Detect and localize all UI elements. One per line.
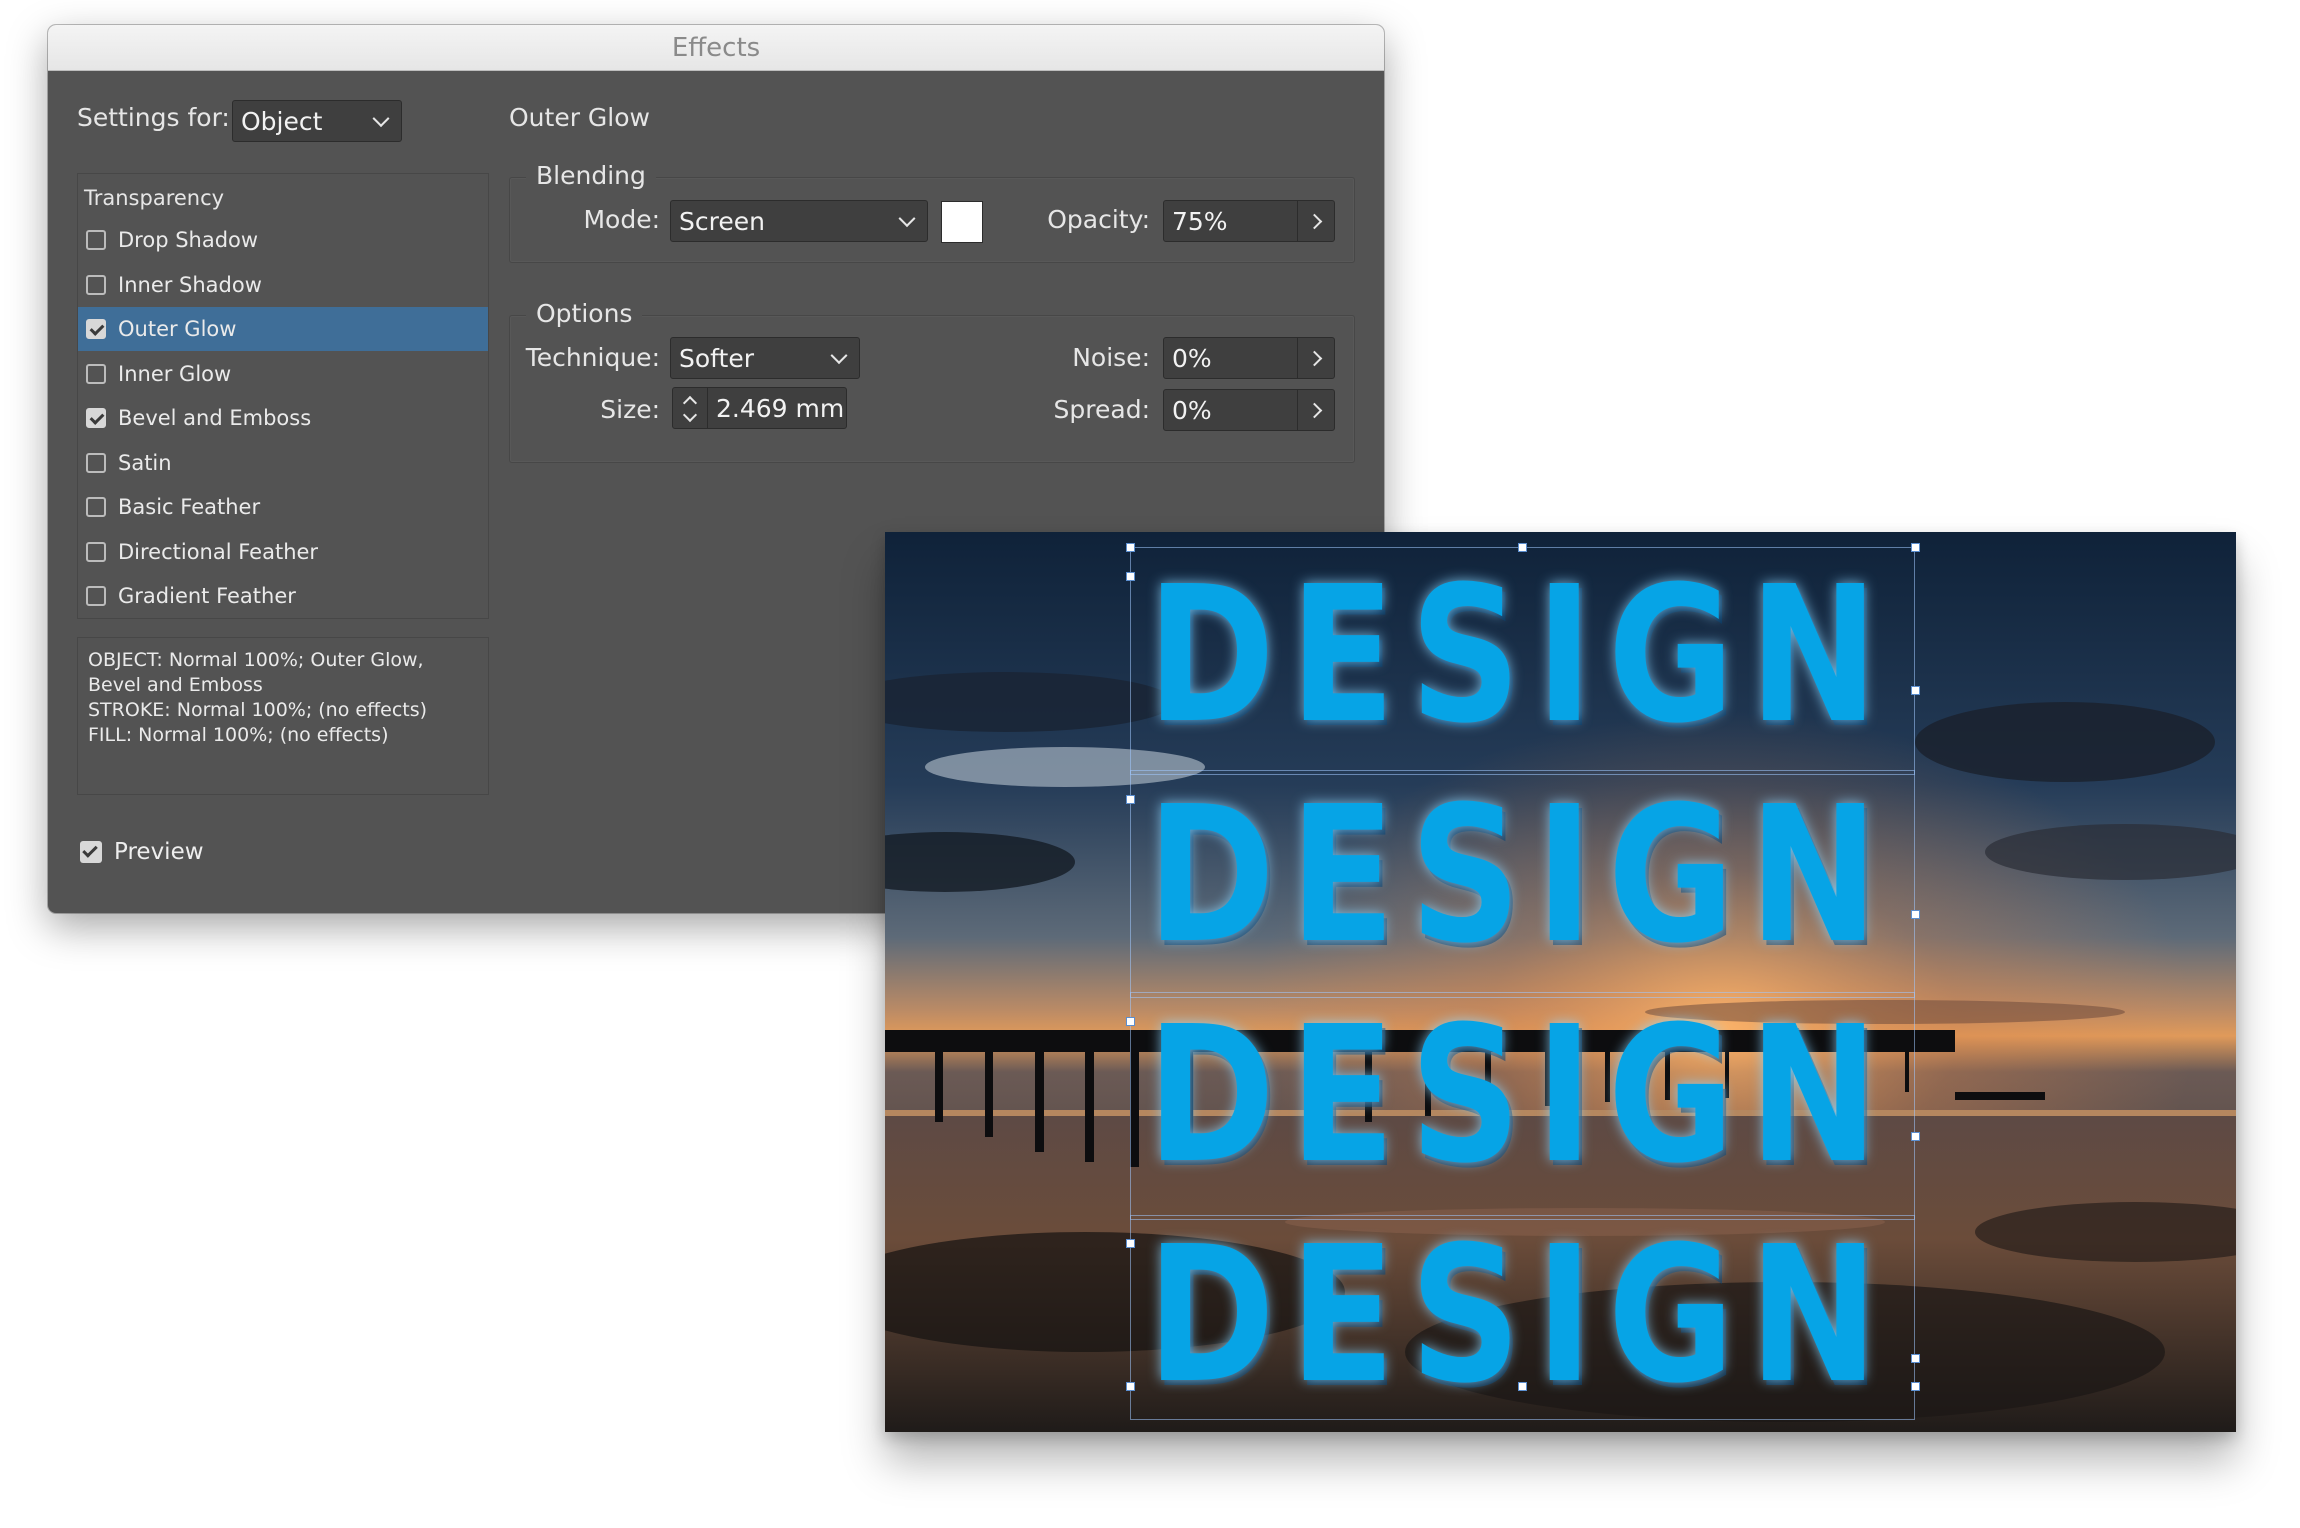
effect-label: Gradient Feather [118, 584, 296, 608]
noise-field[interactable]: 0% [1163, 337, 1335, 379]
effects-list: Transparency Drop Shadow Inner Shadow Oute… [77, 173, 489, 619]
effect-row[interactable]: Basic Feather [78, 485, 488, 529]
design-text[interactable]: DESIGN [1147, 1222, 1878, 1410]
effect-row[interactable]: Bevel and Emboss [78, 396, 488, 440]
mode-value: Screen [679, 206, 765, 236]
blending-group-label: Blending [526, 161, 656, 190]
design-text[interactable]: DESIGN [1147, 562, 1878, 750]
options-group-label: Options [526, 299, 643, 328]
noise-value: 0% [1172, 343, 1212, 373]
technique-label: Technique: [525, 343, 660, 372]
summary-line: FILL: Normal 100%; (no effects) [88, 724, 389, 746]
chevron-down-icon [830, 347, 848, 365]
selection-handle[interactable] [1518, 543, 1527, 552]
panel-title: Outer Glow [509, 103, 650, 132]
effect-label: Drop Shadow [118, 228, 259, 252]
size-label: Size: [600, 395, 660, 424]
chevron-right-icon [1306, 350, 1322, 366]
settings-for-value: Object [241, 106, 323, 136]
effect-label: Inner Shadow [118, 272, 262, 297]
dialog-title: Effects [671, 32, 761, 63]
opacity-label: Opacity: [1047, 205, 1150, 234]
size-stepper[interactable] [672, 387, 708, 429]
effect-row[interactable]: Inner Glow [78, 352, 488, 396]
chevron-right-icon [1306, 213, 1322, 229]
effect-row[interactable]: Satin [78, 441, 488, 485]
chevron-right-icon [1306, 402, 1322, 418]
chevron-down-icon [682, 407, 698, 423]
effect-checkbox[interactable] [86, 497, 106, 517]
selection-handle[interactable] [1911, 1132, 1920, 1141]
effect-row[interactable]: Drop Shadow [78, 218, 488, 262]
effect-label: Outer Glow [118, 317, 237, 341]
spread-label: Spread: [1053, 395, 1150, 424]
effect-checkbox[interactable] [86, 586, 106, 606]
opacity-field[interactable]: 75% [1163, 200, 1335, 242]
selection-handle[interactable] [1911, 910, 1920, 919]
chevron-down-icon [898, 210, 916, 228]
spread-popup-button[interactable] [1297, 390, 1334, 430]
dialog-titlebar[interactable]: Effects [48, 25, 1384, 71]
list-header-transparency[interactable]: Transparency [84, 186, 224, 210]
selection-handle[interactable] [1126, 1239, 1135, 1248]
settings-for-select[interactable]: Object [232, 100, 402, 142]
size-value: 2.469 mm [716, 393, 845, 423]
settings-for-label: Settings for: [77, 103, 230, 132]
effects-summary: OBJECT: Normal 100%; Outer Glow, Bevel a… [77, 637, 489, 795]
mode-label: Mode: [583, 205, 660, 234]
selection-handle[interactable] [1126, 1017, 1135, 1026]
effect-row[interactable]: Directional Feather [78, 530, 488, 574]
chevron-down-icon [372, 110, 390, 128]
effect-label: Bevel and Emboss [118, 406, 312, 430]
summary-line: STROKE: Normal 100%; (no effects) [88, 699, 428, 721]
selection-handle[interactable] [1126, 543, 1135, 552]
effect-label: Basic Feather [118, 495, 261, 519]
opacity-popup-button[interactable] [1297, 201, 1334, 241]
design-text[interactable]: DESIGN [1147, 782, 1878, 970]
selection-handle[interactable] [1126, 572, 1135, 581]
selection-handle[interactable] [1911, 1354, 1920, 1363]
selection-handle[interactable] [1126, 1382, 1135, 1391]
design-text[interactable]: DESIGN [1147, 1002, 1878, 1190]
opacity-value: 75% [1172, 206, 1228, 236]
effect-row[interactable]: Gradient Feather [78, 574, 488, 618]
effect-row[interactable]: Inner Shadow [78, 263, 488, 307]
spread-field[interactable]: 0% [1163, 389, 1335, 431]
effect-checkbox[interactable] [86, 319, 106, 339]
effect-label: Satin [118, 450, 172, 475]
glow-color-swatch[interactable] [941, 201, 983, 243]
effect-checkbox[interactable] [86, 363, 106, 384]
document-canvas[interactable]: DESIGN DESIGN DESIGN DESIGN [885, 532, 2236, 1432]
effect-checkbox[interactable] [86, 452, 106, 473]
effect-checkbox[interactable] [86, 408, 106, 428]
summary-line: Bevel and Emboss [88, 674, 263, 696]
effect-checkbox[interactable] [86, 541, 106, 562]
selection-handle[interactable] [1911, 1382, 1920, 1391]
spread-value: 0% [1172, 395, 1212, 425]
summary-line: OBJECT: Normal 100%; Outer Glow, [88, 649, 424, 671]
effect-label: Directional Feather [118, 539, 319, 564]
noise-label: Noise: [1072, 343, 1150, 372]
technique-value: Softer [679, 343, 754, 373]
effect-label: Inner Glow [118, 361, 232, 386]
size-field[interactable]: 2.469 mm [707, 387, 847, 429]
preview-label: Preview [114, 839, 204, 865]
selection-handle[interactable] [1911, 543, 1920, 552]
mode-select[interactable]: Screen [670, 200, 928, 242]
selection-handle[interactable] [1126, 795, 1135, 804]
effect-checkbox[interactable] [86, 274, 106, 295]
checkmark-icon[interactable] [80, 841, 102, 863]
technique-select[interactable]: Softer [670, 337, 860, 379]
effect-checkbox[interactable] [86, 230, 106, 250]
noise-popup-button[interactable] [1297, 338, 1334, 378]
preview-checkbox[interactable]: Preview [80, 839, 204, 865]
selection-handle[interactable] [1911, 686, 1920, 695]
selection-handle[interactable] [1518, 1382, 1527, 1391]
effect-row[interactable]: Outer Glow [78, 307, 488, 351]
